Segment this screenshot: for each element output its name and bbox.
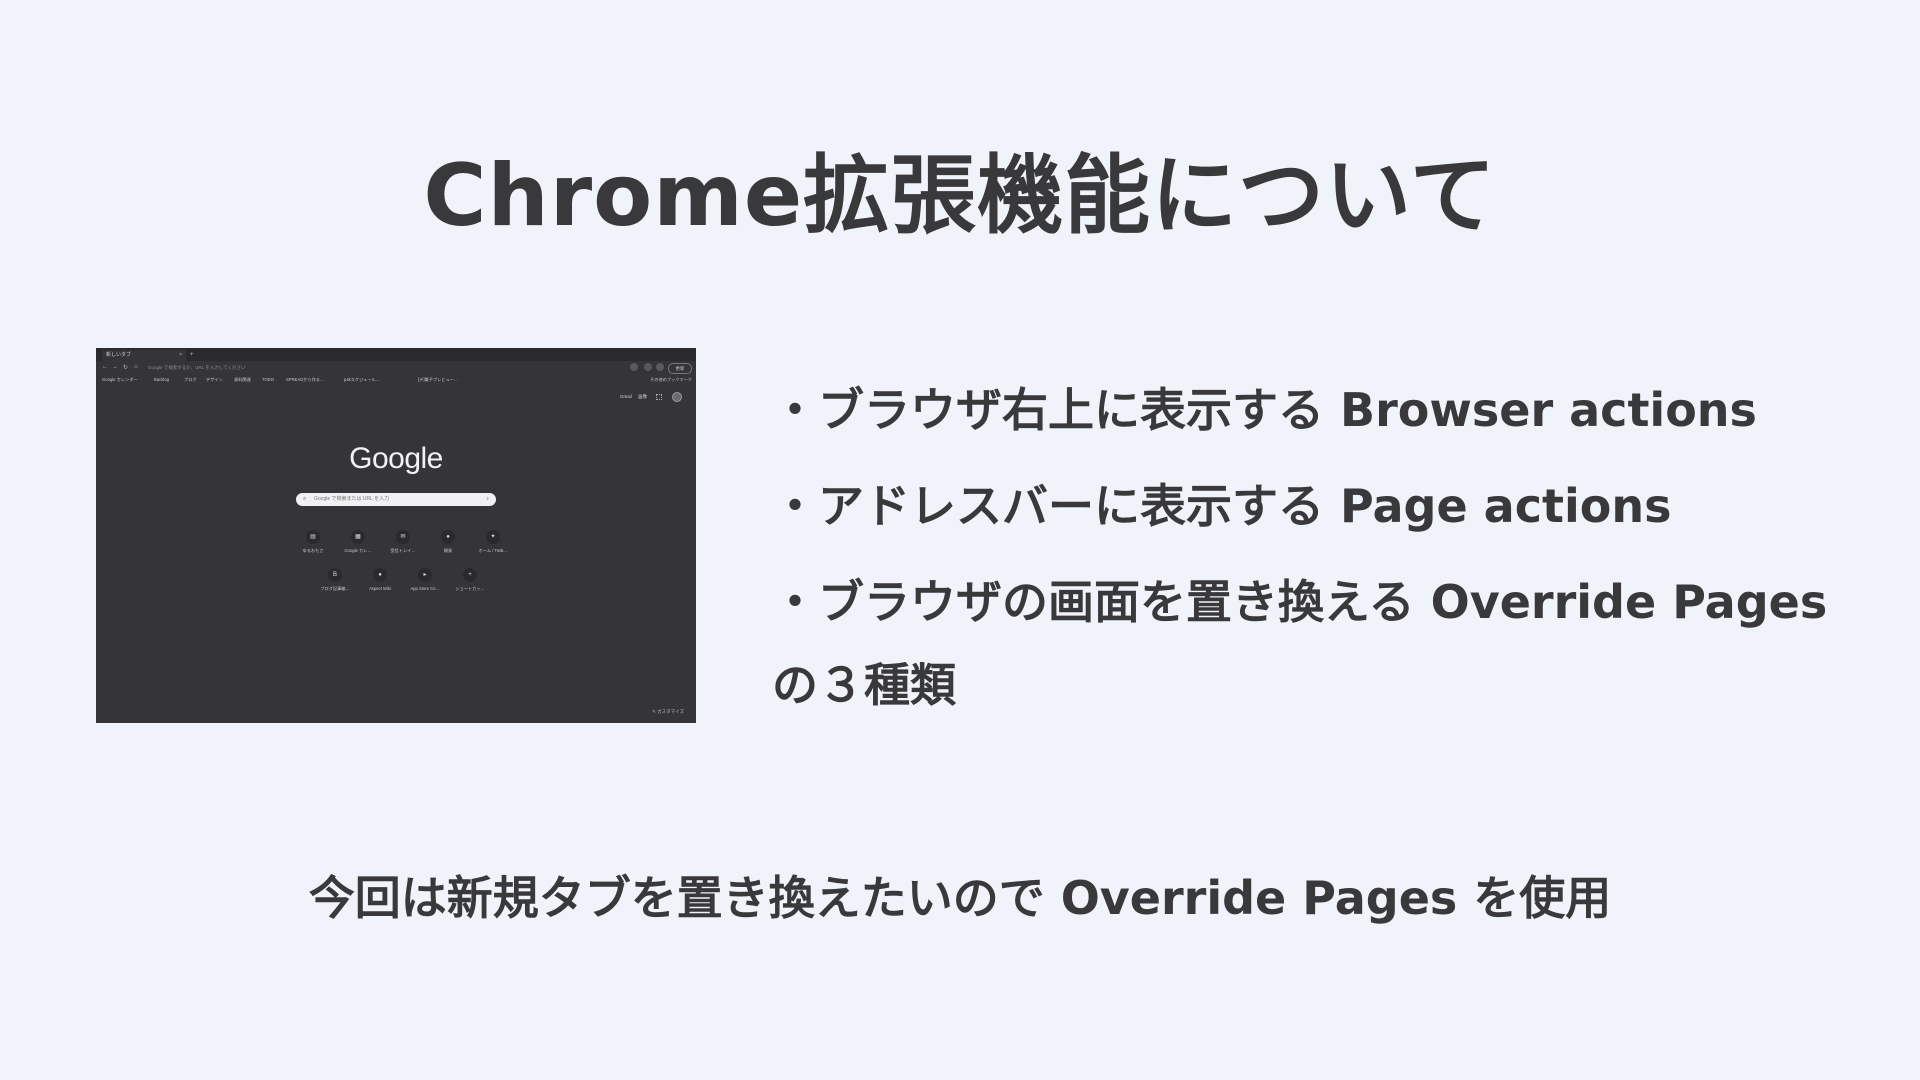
conclusion-text: 今回は新規タブを置き換えたいので Override Pages を使用: [308, 871, 1612, 925]
customize-button[interactable]: ✎ カスタマイズ: [652, 709, 684, 715]
shortcut-icon: ▤: [306, 530, 320, 544]
shortcut-tile[interactable]: ● Aspect Wiki: [357, 568, 403, 591]
github-icon: ●: [373, 568, 387, 582]
google-logo: Google: [349, 442, 443, 475]
plus-icon: +: [463, 568, 477, 582]
add-shortcut-tile[interactable]: + ショートカッ…: [447, 568, 493, 592]
browser-screenshot: 新しいタブ × + ← → ↻ ⌂ Google で検索するか、URL を入力し…: [96, 348, 696, 723]
tab-bar: 新しいタブ × +: [96, 348, 696, 361]
bookmark-item[interactable]: p4kスケジュール…: [344, 375, 380, 385]
search-placeholder: Google で検索または URL を入力: [314, 496, 390, 502]
shortcut-label: App Store Co…: [410, 586, 440, 591]
bullet-list: ・ブラウザ右上に表示する Browser actions ・アドレスバーに表示す…: [772, 362, 1892, 650]
bookmark-item[interactable]: デザイン: [206, 375, 223, 385]
bookmark-item[interactable]: Google カレンダー: [102, 375, 138, 385]
bookmark-item[interactable]: Backlog: [154, 375, 169, 385]
shortcut-tile[interactable]: B ブログ記事編…: [312, 568, 358, 592]
shortcut-tile[interactable]: ● 開発: [425, 530, 471, 554]
back-icon[interactable]: ←: [102, 364, 108, 370]
close-icon[interactable]: ×: [179, 350, 182, 361]
shortcut-tile[interactable]: ▦ Google カレ…: [335, 530, 381, 554]
twitter-icon: ✦: [486, 530, 500, 544]
update-button[interactable]: 更新: [668, 363, 692, 374]
shortcut-label: ホーム / Twitt…: [478, 548, 508, 553]
extension-icon[interactable]: [644, 363, 652, 371]
shortcut-tile[interactable]: ✉ 受信トレイ…: [380, 530, 426, 554]
bookmark-item[interactable]: TODO: [262, 375, 274, 385]
blog-icon: B: [328, 568, 342, 582]
mic-icon[interactable]: ♪: [486, 493, 489, 506]
calendar-icon: ▦: [351, 530, 365, 544]
bookmark-item[interactable]: ブログ: [184, 375, 197, 385]
google-bar: Gmail 画像: [620, 391, 690, 403]
gmail-link[interactable]: Gmail: [620, 391, 632, 403]
tab-title: 新しいタブ: [106, 352, 132, 358]
images-link[interactable]: 画像: [638, 391, 647, 403]
forward-icon[interactable]: →: [112, 364, 118, 370]
toolbar: ← → ↻ ⌂ Google で検索するか、URL を入力してください 更新: [96, 361, 696, 375]
bullet-browser-actions: ・ブラウザ右上に表示する Browser actions: [772, 383, 1757, 437]
bookmark-item[interactable]: [デ]電子プレビュー…: [418, 375, 458, 385]
bullet-page-actions: ・アドレスバーに表示する Page actions: [772, 479, 1672, 533]
address-bar[interactable]: Google で検索するか、URL を入力してください: [148, 363, 618, 373]
shortcut-label: Google カレ…: [344, 548, 372, 553]
shortcut-tile[interactable]: ▤ ゆるおたさ: [290, 530, 336, 554]
shortcut-label: 開発: [443, 548, 453, 553]
home-icon[interactable]: ⌂: [134, 364, 138, 370]
shortcut-label: ゆるおたさ: [302, 548, 324, 553]
bookmark-bar: Google カレンダー Backlog ブログ デザイン 資料関連 TODO …: [100, 375, 692, 385]
reload-icon[interactable]: ↻: [123, 364, 128, 371]
bullet-override-pages: ・ブラウザの画面を置き換える Override Pages: [772, 575, 1828, 629]
tab-new-tab[interactable]: 新しいタブ ×: [102, 350, 186, 361]
apps-icon[interactable]: [656, 394, 662, 400]
profile-icon[interactable]: [656, 363, 664, 371]
shortcut-label: ブログ記事編…: [320, 586, 350, 591]
avatar[interactable]: [672, 392, 682, 402]
shortcut-tile[interactable]: ✦ ホーム / Twitt…: [470, 530, 516, 554]
other-bookmarks[interactable]: その他のブックマーク: [650, 375, 692, 385]
pencil-icon: ✎: [652, 709, 656, 714]
search-input[interactable]: ⌕ Google で検索または URL を入力 ♪: [296, 493, 496, 506]
github-icon: ●: [441, 530, 455, 544]
shortcut-tile[interactable]: ▸ App Store Co…: [402, 568, 448, 591]
customize-label: カスタマイズ: [657, 709, 684, 714]
search-icon: ⌕: [303, 496, 307, 502]
mail-icon: ✉: [396, 530, 410, 544]
bullet-summary: の３種類: [772, 658, 956, 712]
bookmark-item[interactable]: SPREADから作る…: [286, 375, 324, 385]
slide-title: Chrome拡張機能について: [423, 146, 1497, 246]
shortcut-label: 受信トレイ…: [390, 548, 416, 553]
shortcut-label: Aspect Wiki: [369, 586, 391, 591]
star-icon[interactable]: [630, 363, 638, 371]
shortcut-label: ショートカッ…: [455, 586, 485, 591]
new-tab-icon[interactable]: +: [190, 350, 194, 361]
bookmark-item[interactable]: 資料関連: [234, 375, 251, 385]
app-store-icon: ▸: [418, 568, 432, 582]
